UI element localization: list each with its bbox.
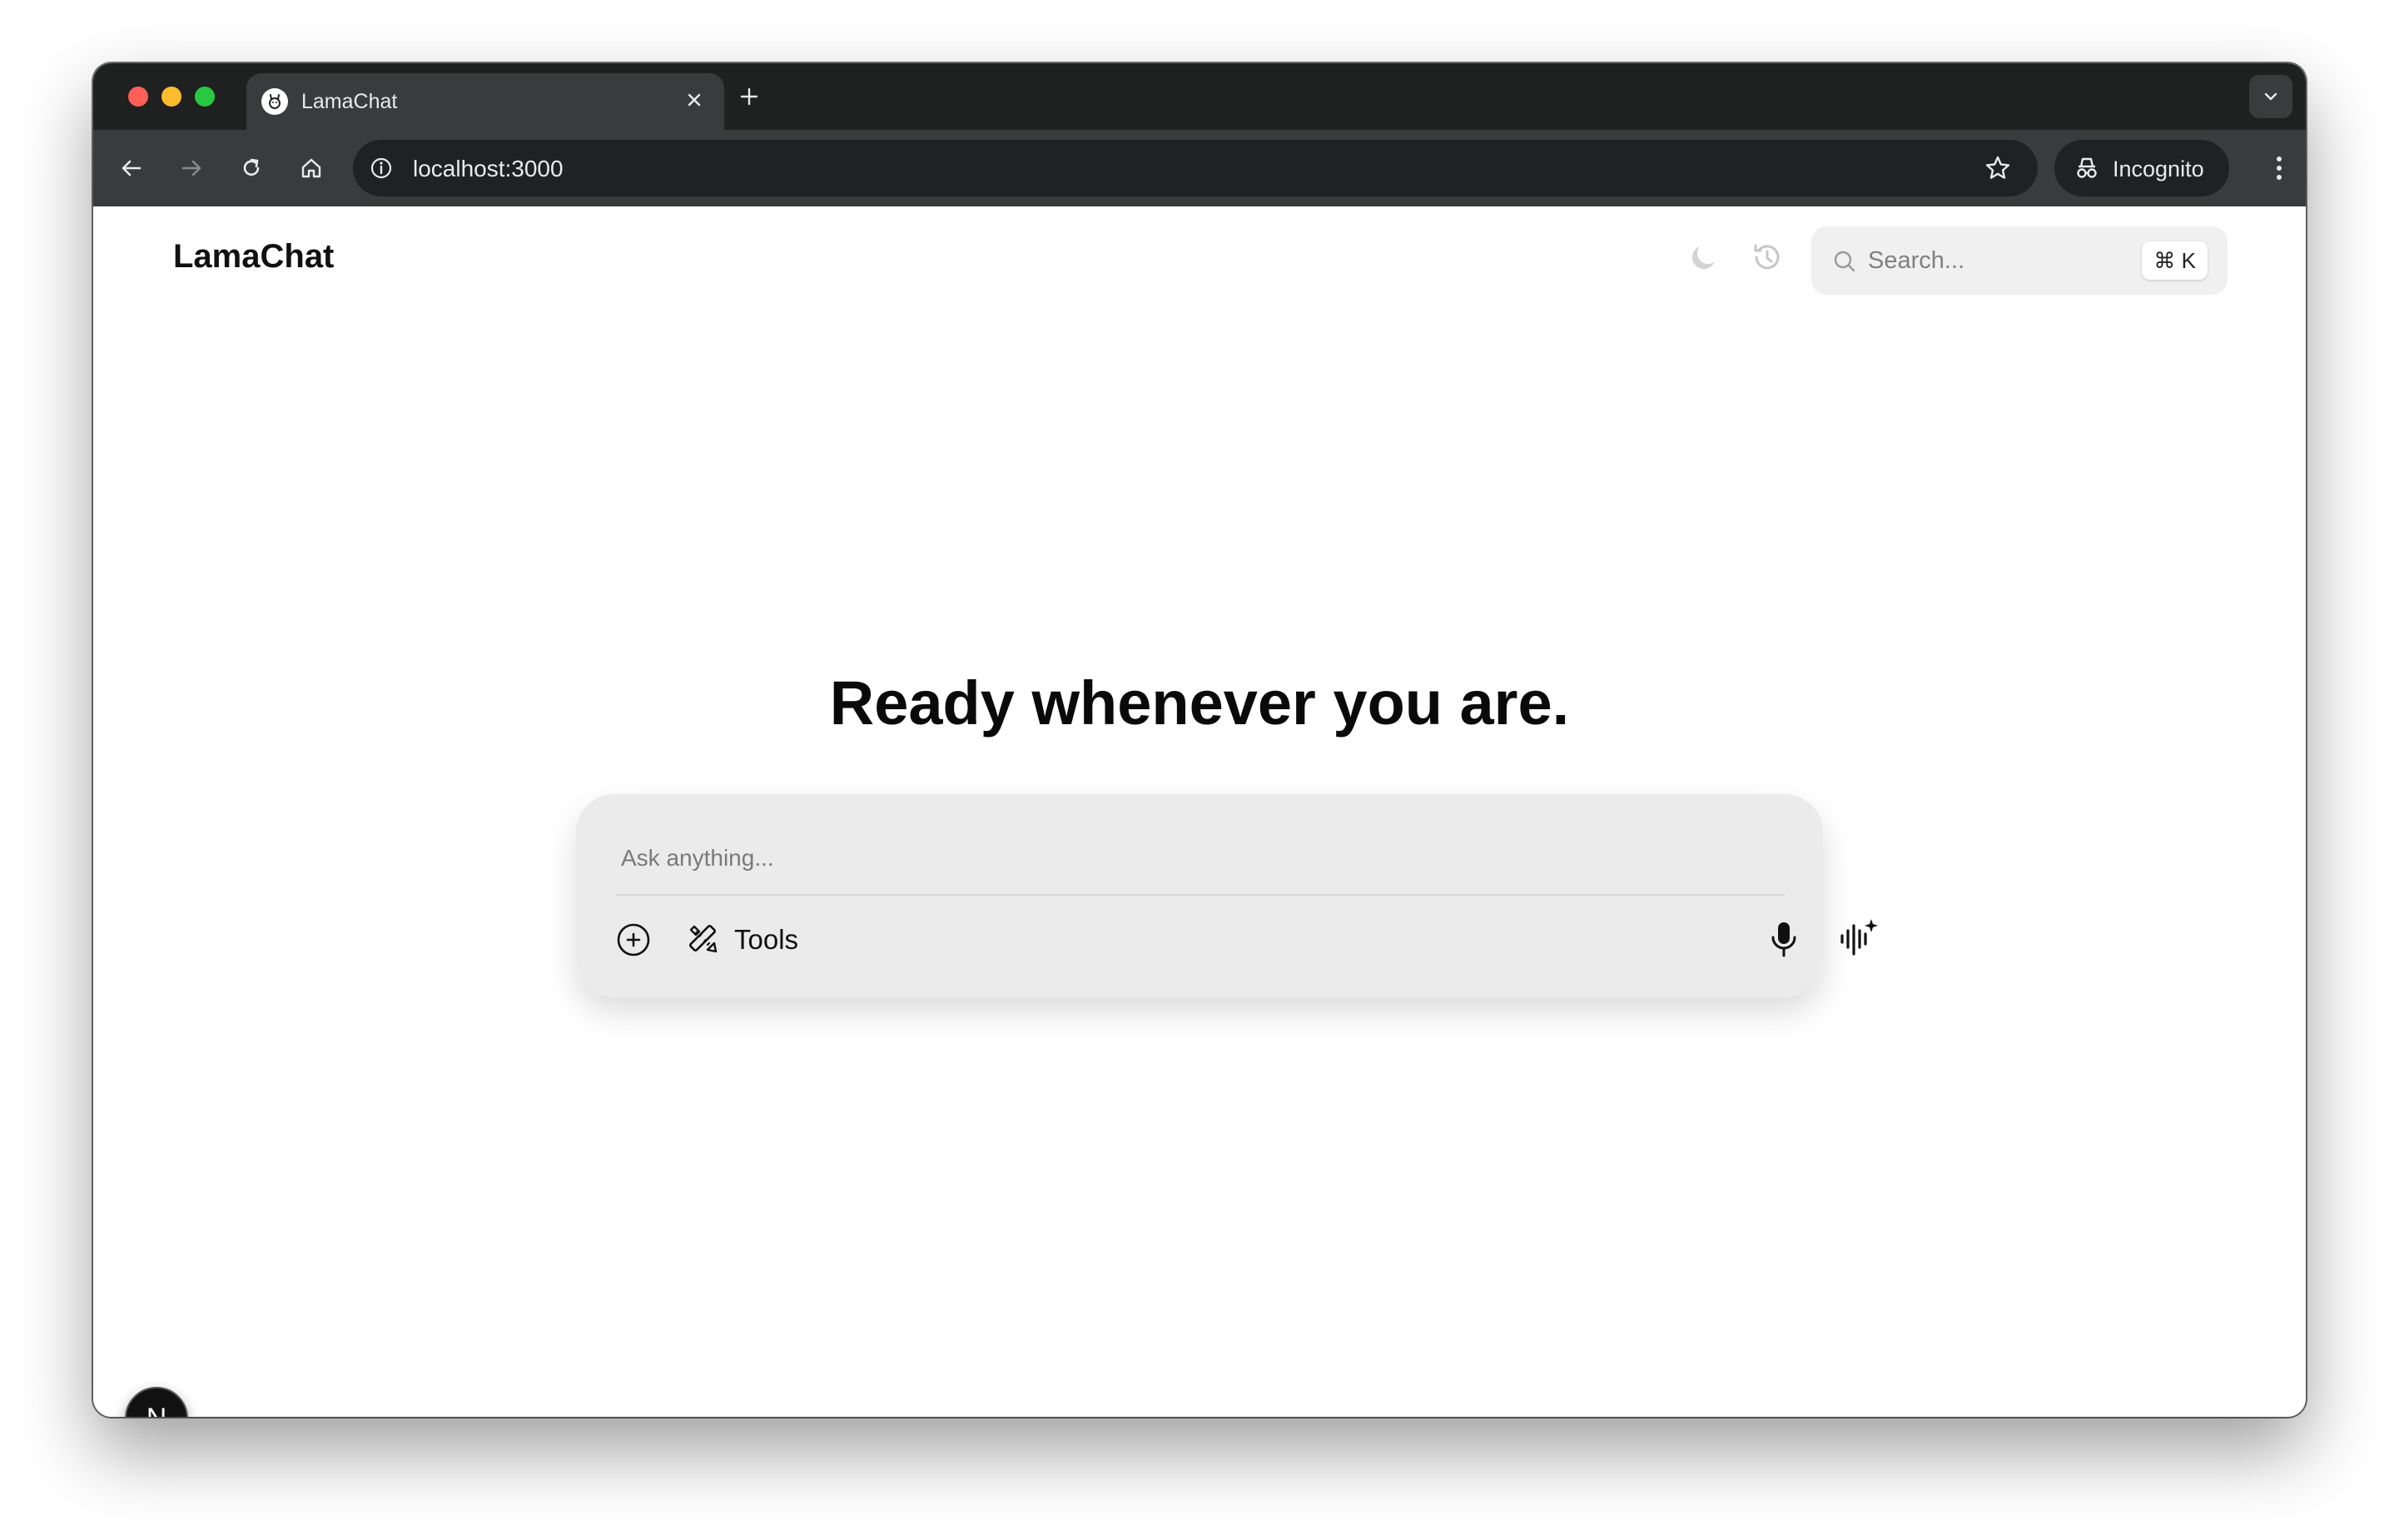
maximize-window-button[interactable] [195,87,215,107]
incognito-label: Incognito [2113,156,2204,181]
tools-label: Tools [734,924,799,955]
prompt-input[interactable] [621,839,1770,877]
search-shortcut-badge: ⌘ K [2142,241,2208,280]
home-icon[interactable] [295,152,328,185]
llama-icon [261,88,288,115]
close-tab-icon[interactable] [681,87,708,113]
browser-window: LamaChat localhost:3000 Incognito LamaCh… [93,63,2306,1417]
forward-arrow-icon[interactable] [175,152,208,185]
url-text: localhost:3000 [413,156,564,181]
search-input[interactable] [1868,243,2118,278]
search-box[interactable]: ⌘ K [1811,226,2228,295]
tools-button[interactable]: Tools [686,919,798,961]
app-logo[interactable]: LamaChat [173,238,334,276]
tab-bar: LamaChat [93,63,2306,130]
site-info-icon[interactable] [368,155,395,181]
address-bar[interactable]: localhost:3000 [353,140,2038,196]
incognito-icon [2073,155,2101,181]
close-window-button[interactable] [128,87,148,107]
voice-mode-icon[interactable] [1836,916,1880,961]
browser-toolbar: localhost:3000 Incognito [93,130,2306,206]
minimize-window-button[interactable] [161,87,181,107]
tools-icon [686,922,719,959]
screenshot-stage: LamaChat localhost:3000 Incognito LamaCh… [0,0,2399,1540]
chat-composer: Tools [576,794,1878,997]
new-tab-icon[interactable] [736,83,762,110]
app-page: LamaChat ⌘ K Ready whenever you are. [93,206,2306,1417]
back-arrow-icon[interactable] [115,152,148,185]
composer-divider [616,894,1785,896]
history-icon[interactable] [1748,238,1786,276]
bookmark-star-icon[interactable] [1983,153,2013,183]
browser-tab-active[interactable]: LamaChat [246,73,724,130]
tab-search-chevron-icon[interactable] [2249,75,2292,118]
browser-menu-icon[interactable] [2271,152,2287,185]
search-icon [1831,248,1858,275]
moon-icon[interactable] [1685,238,1723,276]
nextjs-dev-badge[interactable]: N [125,1387,188,1417]
incognito-indicator[interactable]: Incognito [2054,140,2229,196]
plus-circle-icon[interactable] [614,921,653,959]
reload-icon[interactable] [235,152,268,185]
microphone-icon[interactable] [1765,919,1803,961]
tab-title: LamaChat [301,90,398,113]
page-headline: Ready whenever you are. [829,668,1570,738]
